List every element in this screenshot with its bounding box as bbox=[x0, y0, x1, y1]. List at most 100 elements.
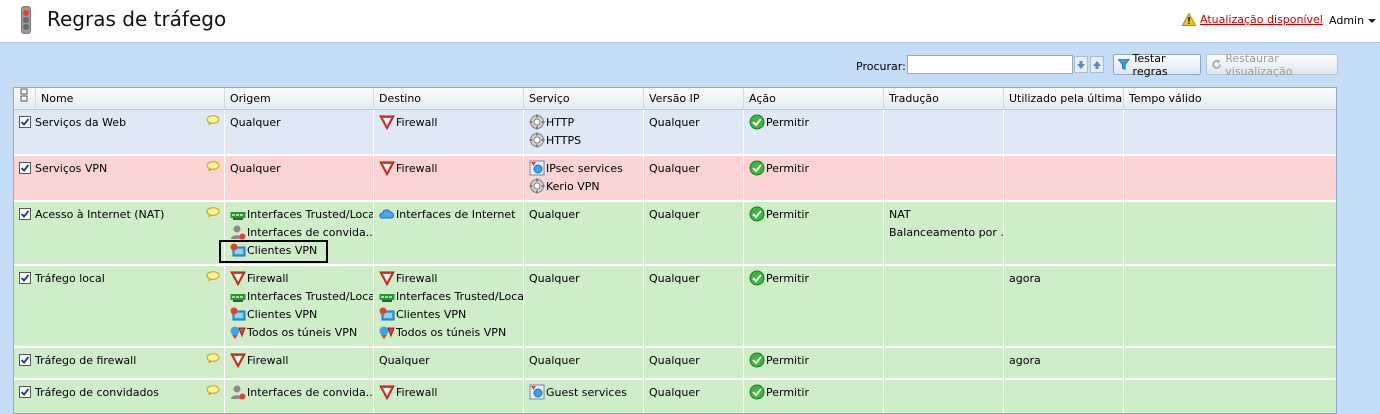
table-row[interactable]: Serviços da Web Qualquer Firewall HTTP HTTPS… bbox=[14, 110, 1336, 156]
cell-item: Guest services bbox=[529, 383, 643, 401]
cell-text: Permitir bbox=[766, 385, 810, 399]
rule-enabled-checkbox[interactable] bbox=[19, 272, 31, 284]
column-header[interactable]: Ação bbox=[744, 88, 884, 110]
cell-text: Firewall bbox=[396, 271, 438, 285]
arrow-up-icon bbox=[1093, 61, 1101, 69]
rule-enabled-checkbox[interactable] bbox=[19, 208, 31, 220]
column-header[interactable]: Utilizado pela última ... bbox=[1004, 88, 1124, 110]
cell-item: Firewall bbox=[230, 351, 373, 369]
page-title: Regras de tráfego bbox=[47, 7, 227, 31]
test-rules-label: Testar regras bbox=[1132, 51, 1168, 78]
cell-text: Permitir bbox=[766, 207, 810, 221]
cell-service: IPsec services Kerio VPN bbox=[524, 156, 644, 200]
firewall-icon bbox=[379, 270, 395, 287]
name-cell: Tráfego de convidados bbox=[14, 380, 225, 413]
rule-enabled-checkbox[interactable] bbox=[19, 116, 31, 128]
chevron-down-icon bbox=[1368, 18, 1377, 23]
column-header[interactable]: Nome bbox=[36, 88, 225, 110]
column-config-button[interactable] bbox=[14, 88, 36, 110]
firewall-icon bbox=[230, 352, 246, 369]
name-cell: Tráfego local bbox=[14, 266, 225, 346]
cell-action: Permitir bbox=[744, 156, 884, 200]
table-row[interactable]: Tráfego local Firewall Interfaces Trusted/… bbox=[14, 266, 1336, 348]
name-cell: Tráfego de firewall bbox=[14, 348, 225, 378]
cell-item: Interfaces Trusted/Local bbox=[230, 205, 373, 223]
cell-text: Qualquer bbox=[529, 353, 580, 367]
comment-icon[interactable] bbox=[206, 353, 220, 366]
cell-item: Permitir bbox=[749, 269, 883, 287]
column-header[interactable]: Tradução bbox=[884, 88, 1004, 110]
comment-icon[interactable] bbox=[206, 115, 220, 128]
firewall-icon bbox=[379, 384, 395, 401]
rule-name-line: Acesso à Internet (NAT) bbox=[19, 205, 224, 223]
update-notice[interactable]: Atualização disponível bbox=[1182, 13, 1323, 26]
cell-text: Interfaces Trusted/Local bbox=[247, 207, 373, 221]
comment-icon[interactable] bbox=[206, 271, 220, 284]
table-row[interactable]: Acesso à Internet (NAT) Interfaces Truste… bbox=[14, 202, 1336, 266]
restore-view-button[interactable]: Restaurar visualização bbox=[1206, 52, 1338, 78]
cell-item: Qualquer bbox=[649, 269, 743, 287]
cell-source: Qualquer bbox=[225, 110, 374, 154]
rule-enabled-checkbox[interactable] bbox=[19, 386, 31, 398]
selection-highlight bbox=[219, 240, 328, 263]
column-header[interactable]: Versão IP bbox=[644, 88, 744, 110]
cell-item: Qualquer bbox=[649, 383, 743, 401]
cell-dest: Firewall bbox=[374, 380, 524, 413]
cell-valid-time bbox=[1124, 156, 1336, 200]
refresh-icon bbox=[1212, 59, 1221, 69]
search-label: Procurar: bbox=[856, 60, 906, 73]
comment-icon[interactable] bbox=[206, 385, 220, 398]
search-prev-button[interactable] bbox=[1090, 56, 1104, 73]
table-row[interactable]: Tráfego de convidados Interfaces de convi… bbox=[14, 380, 1336, 413]
cell-ip: Qualquer bbox=[644, 348, 744, 378]
cell-valid-time bbox=[1124, 380, 1336, 413]
cell-text: Qualquer bbox=[649, 385, 700, 399]
cell-item: Interfaces de convida... bbox=[230, 383, 373, 401]
cell-text: agora bbox=[1009, 271, 1041, 285]
column-header[interactable]: Origem bbox=[225, 88, 374, 110]
cell-valid-time bbox=[1124, 348, 1336, 378]
cell-translation: NAT Balanceamento por ... bbox=[884, 202, 1004, 264]
rule-name: Serviços VPN bbox=[35, 161, 108, 175]
column-header[interactable]: Destino bbox=[374, 88, 524, 110]
cell-dest: Firewall Interfaces Trusted/Local Clientes… bbox=[374, 266, 524, 346]
table-row[interactable]: Serviços VPN Qualquer Firewall IPsec servic… bbox=[14, 156, 1336, 202]
cell-text: Interfaces de convida... bbox=[247, 225, 373, 239]
name-cell: Serviços VPN bbox=[14, 156, 225, 200]
comment-icon[interactable] bbox=[206, 161, 220, 174]
cell-translation bbox=[884, 156, 1004, 200]
column-header[interactable]: Tempo válido bbox=[1124, 88, 1336, 110]
cell-item: agora bbox=[1009, 351, 1123, 369]
table-row[interactable]: Tráfego de firewall Firewall Qualquer Qualq… bbox=[14, 348, 1336, 380]
column-header[interactable]: Serviço bbox=[524, 88, 644, 110]
cell-text: Clientes VPN bbox=[396, 307, 467, 321]
rule-name: Acesso à Internet (NAT) bbox=[35, 207, 165, 221]
update-link[interactable]: Atualização disponível bbox=[1200, 13, 1323, 26]
user-menu-label: Admin bbox=[1329, 14, 1365, 27]
cell-text: Qualquer bbox=[649, 161, 700, 175]
cell-item: Firewall bbox=[230, 269, 373, 287]
cell-service: Guest services bbox=[524, 380, 644, 413]
cell-source: Firewall Interfaces Trusted/Local Clientes… bbox=[225, 266, 374, 346]
cell-action: Permitir bbox=[744, 348, 884, 378]
cell-translation bbox=[884, 380, 1004, 413]
rule-name-line: Serviços VPN bbox=[19, 159, 224, 177]
rule-enabled-checkbox[interactable] bbox=[19, 162, 31, 174]
cell-item: Clientes VPN bbox=[379, 305, 523, 323]
cell-item: Permitir bbox=[749, 383, 883, 401]
search-input[interactable] bbox=[907, 55, 1073, 74]
cell-item: Qualquer bbox=[649, 205, 743, 223]
user-menu[interactable]: Admin bbox=[1329, 14, 1377, 27]
cell-item: Qualquer bbox=[230, 113, 373, 131]
comment-icon[interactable] bbox=[206, 207, 220, 220]
name-cell: Acesso à Internet (NAT) bbox=[14, 202, 225, 264]
search-next-button[interactable] bbox=[1074, 56, 1088, 73]
cell-item: Qualquer bbox=[649, 351, 743, 369]
rule-name: Serviços da Web bbox=[35, 115, 127, 129]
test-rules-button[interactable]: Testar regras bbox=[1113, 51, 1201, 78]
cell-text: NAT bbox=[889, 207, 911, 221]
cell-item: Todos os túneis VPN bbox=[230, 323, 373, 341]
cell-dest: Interfaces de Internet bbox=[374, 202, 524, 264]
rule-enabled-checkbox[interactable] bbox=[19, 354, 31, 366]
cell-text: Qualquer bbox=[230, 161, 281, 175]
